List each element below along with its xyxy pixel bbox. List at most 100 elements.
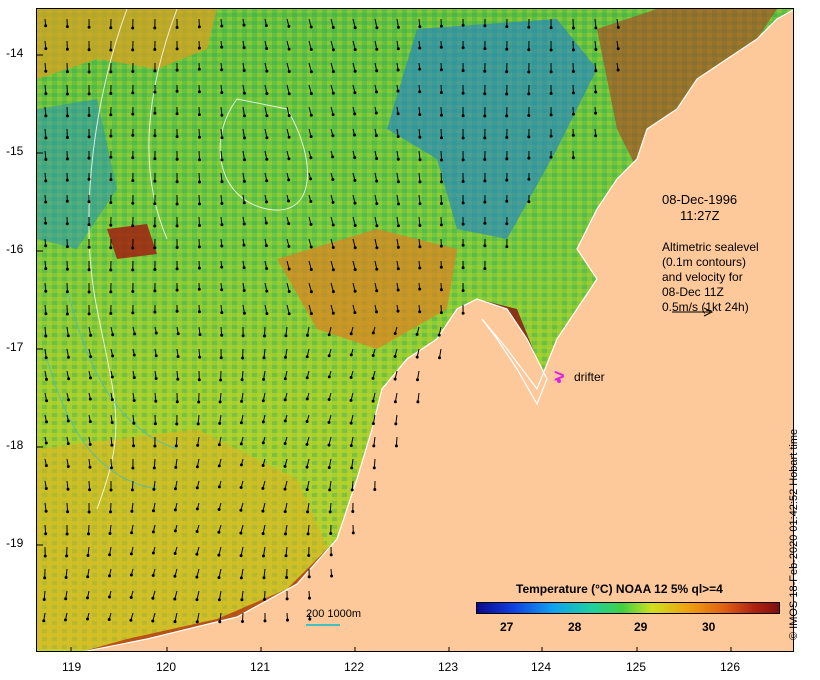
velocity-arrow-head [372, 444, 376, 448]
velocity-arrow-head [153, 69, 157, 73]
velocity-arrow-head [393, 377, 397, 381]
velocity-arrow-head [461, 114, 465, 118]
velocity-arrow-head [240, 378, 244, 382]
lat-tick: -18 [6, 438, 24, 452]
velocity-arrow-head [418, 113, 422, 117]
velocity-arrow-head [396, 288, 400, 292]
velocity-arrow-head [175, 267, 179, 271]
velocity-arrow-head [217, 485, 221, 489]
velocity-arrow-head [375, 289, 379, 293]
velocity-arrow-head [353, 311, 357, 315]
velocity-arrow-head [131, 156, 135, 160]
velocity-arrow-head [44, 69, 48, 73]
velocity-arrow-head [438, 356, 441, 360]
velocity-arrow-head [109, 113, 113, 117]
velocity-arrow-head [505, 157, 509, 161]
velocity-arrow-head [197, 245, 201, 249]
velocity-arrow-head [107, 618, 111, 621]
velocity-arrow-head [396, 135, 400, 138]
velocity-arrow-head [394, 422, 398, 426]
velocity-arrow-head [196, 443, 200, 447]
velocity-arrow-head [198, 333, 202, 337]
velocity-arrow-head [349, 421, 353, 425]
velocity-arrow-head [307, 575, 311, 579]
velocity-arrow-head [331, 134, 335, 138]
velocity-arrow-head [418, 46, 422, 50]
velocity-arrow-head [349, 398, 353, 402]
velocity-arrow-head [571, 112, 575, 116]
velocity-arrow-head [131, 466, 135, 470]
velocity-arrow-head [44, 244, 48, 248]
velocity-arrow-head [64, 576, 68, 579]
velocity-arrow-head [44, 114, 48, 118]
velocity-arrow-head [239, 486, 243, 489]
velocity-arrow-head [396, 89, 400, 93]
velocity-arrow-head [505, 222, 509, 226]
velocity-arrow-head [549, 134, 553, 138]
velocity-arrow-head [284, 554, 288, 558]
velocity-arrow-head [263, 598, 266, 601]
velocity-arrow-head [461, 311, 465, 315]
colorbar-tick: 28 [568, 620, 582, 634]
velocity-arrow-head [65, 178, 69, 182]
velocity-arrow-head [65, 157, 69, 161]
velocity-arrow-head [197, 287, 201, 291]
velocity-arrow-head [505, 25, 509, 29]
velocity-arrow-head [309, 290, 313, 294]
velocity-arrow-head [461, 136, 465, 140]
velocity-arrow-head [594, 90, 598, 94]
velocity-arrow-head [109, 223, 113, 227]
velocity-arrow-head [351, 510, 355, 513]
velocity-arrow-head [44, 509, 48, 513]
velocity-arrow-head [527, 177, 531, 181]
velocity-arrow-head [264, 221, 268, 225]
velocity-arrow-head [353, 246, 357, 250]
velocity-arrow-head [45, 420, 48, 424]
velocity-arrow-head [65, 312, 69, 316]
velocity-arrow-head [331, 70, 335, 74]
velocity-arrow-head [353, 133, 356, 137]
velocity-arrow-head [131, 311, 135, 315]
velocity-arrow-head [175, 157, 179, 161]
velocity-arrow-head [287, 70, 291, 73]
velocity-arrow-head [44, 221, 48, 225]
velocity-arrow-head [242, 69, 246, 72]
velocity-arrow-head [175, 400, 179, 404]
velocity-arrow-head [131, 112, 135, 116]
velocity-arrow-head [594, 26, 598, 30]
velocity-arrow-head [331, 223, 335, 227]
velocity-arrow-head [242, 289, 246, 292]
velocity-arrow-head [42, 598, 46, 601]
velocity-arrow-head [197, 90, 201, 94]
velocity-arrow-head [175, 422, 179, 426]
velocity-arrow-head [461, 180, 465, 183]
velocity-arrow-head [220, 223, 224, 227]
velocity-arrow-head [196, 422, 200, 426]
velocity-arrow-head [287, 244, 291, 248]
velocity-arrow-head [220, 202, 224, 205]
velocity-arrow-head [175, 135, 179, 139]
velocity-arrow-head [350, 488, 354, 492]
velocity-arrow-head [65, 114, 69, 118]
velocity-arrow-head [283, 419, 287, 423]
velocity-arrow-head [527, 135, 531, 139]
velocity-arrow-head [44, 532, 48, 536]
velocity-arrow-head [44, 487, 48, 490]
velocity-arrow-head [195, 465, 199, 469]
velocity-arrow-head [175, 47, 179, 51]
velocity-arrow-head [153, 444, 157, 448]
velocity-arrow-head [396, 25, 400, 29]
velocity-arrow-head [306, 510, 310, 514]
velocity-arrow-head [44, 24, 48, 28]
velocity-arrow-head [153, 134, 157, 138]
velocity-arrow-head [594, 134, 598, 138]
velocity-arrow-head [372, 466, 376, 470]
lon-tick: 125 [626, 660, 647, 674]
velocity-arrow-head [527, 200, 531, 204]
velocity-arrow-head [175, 309, 179, 313]
velocity-arrow-head [66, 442, 70, 446]
map-frame[interactable] [36, 8, 794, 652]
velocity-arrow-head [349, 353, 353, 357]
velocity-arrow-head [375, 26, 379, 30]
velocity-arrow-head [265, 267, 269, 270]
